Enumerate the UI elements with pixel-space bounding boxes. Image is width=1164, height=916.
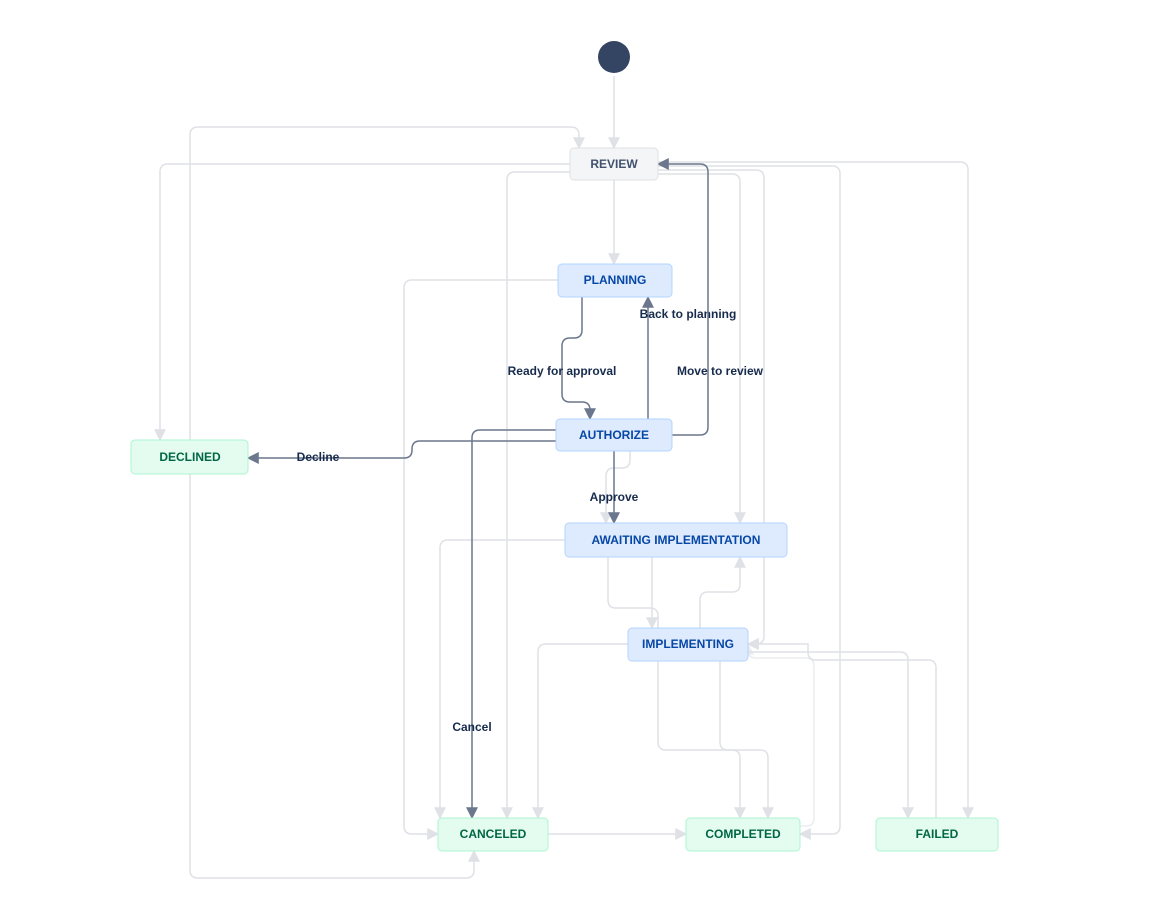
node-review[interactable]: REVIEW	[570, 148, 658, 180]
edge-implementing-canceled	[538, 644, 628, 818]
edge-awaiting-canceled	[440, 540, 565, 818]
label-back-to-planning: Back to planning	[640, 307, 737, 321]
edge-review-awaiting	[658, 174, 740, 523]
edge-completed-implementing	[748, 644, 814, 826]
edge-implementing-completed	[720, 661, 768, 818]
edge-planning-authorize	[562, 297, 590, 419]
edge-review-completed	[658, 166, 840, 834]
node-implementing[interactable]: IMPLEMENTING	[628, 628, 748, 661]
node-planning-label: PLANNING	[584, 273, 647, 287]
edge-implementing-awaiting	[700, 557, 740, 628]
node-planning[interactable]: PLANNING	[558, 264, 672, 297]
workflow-diagram: Ready for approval Back to planning Move…	[0, 0, 1164, 916]
edge-authorize-awaiting-light	[606, 451, 630, 523]
node-completed-label: COMPLETED	[705, 827, 781, 841]
edge-implementing-failed	[748, 652, 908, 818]
edge-authorize-review	[658, 164, 708, 435]
edge-review-implementing	[658, 170, 764, 644]
node-failed[interactable]: FAILED	[876, 818, 998, 851]
label-ready-for-approval: Ready for approval	[508, 364, 617, 378]
edge-review-declined	[160, 164, 570, 440]
edge-declined-review	[190, 127, 579, 440]
edge-declined-canceled	[190, 474, 474, 878]
node-awaiting-label: AWAITING IMPLEMENTATION	[592, 533, 761, 547]
label-move-to-review: Move to review	[677, 364, 764, 378]
node-declined-label: DECLINED	[159, 450, 221, 464]
node-completed[interactable]: COMPLETED	[686, 818, 800, 851]
node-failed-label: FAILED	[916, 827, 959, 841]
node-authorize-label: AUTHORIZE	[579, 428, 649, 442]
node-authorize[interactable]: AUTHORIZE	[556, 419, 672, 451]
node-canceled-label: CANCELED	[460, 827, 527, 841]
label-approve: Approve	[590, 490, 639, 504]
node-awaiting[interactable]: AWAITING IMPLEMENTATION	[565, 523, 787, 557]
edge-authorize-declined	[248, 441, 556, 458]
edge-review-failed	[658, 162, 968, 818]
edge-authorize-canceled	[472, 430, 556, 818]
node-declined[interactable]: DECLINED	[131, 440, 248, 474]
node-review-label: REVIEW	[590, 157, 638, 171]
node-implementing-label: IMPLEMENTING	[642, 637, 734, 651]
label-cancel: Cancel	[452, 720, 491, 734]
label-decline: Decline	[297, 450, 340, 464]
node-canceled[interactable]: CANCELED	[438, 818, 548, 851]
edge-planning-canceled	[404, 280, 558, 834]
start-node	[598, 41, 630, 73]
